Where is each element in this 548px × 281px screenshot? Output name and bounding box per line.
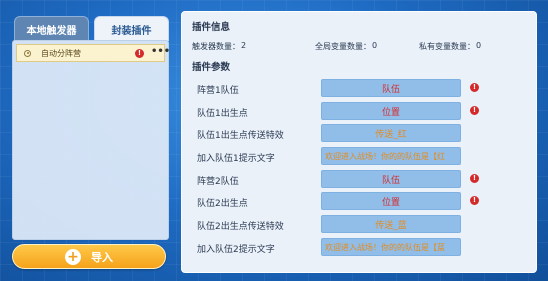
- global-vars-value: 0: [372, 41, 378, 50]
- tab-packaged-plugins[interactable]: 封装插件: [94, 16, 169, 41]
- trigger-count-value: 2: [241, 41, 247, 50]
- param-label: 队伍1出生点: [197, 109, 248, 119]
- private-vars-value: 0: [476, 41, 482, 50]
- param-value-field[interactable]: 传送_红: [321, 124, 461, 142]
- tab-local-triggers[interactable]: 本地触发器: [14, 16, 89, 41]
- warning-icon: !: [470, 196, 479, 205]
- plugin-detail-panel: 插件信息 触发器数量： 2 全局变量数量： 0 私有变量数量： 0 插件参数 阵…: [181, 11, 537, 273]
- trigger-count-label: 触发器数量：: [192, 42, 240, 51]
- param-value-field[interactable]: 欢迎进入战场！你的的队伍是【红: [321, 147, 461, 165]
- warning-icon: !: [470, 106, 479, 115]
- more-options-icon[interactable]: •••: [151, 46, 170, 57]
- param-value-field[interactable]: 位置: [321, 192, 461, 210]
- param-label: 加入队伍1提示文字: [197, 154, 275, 164]
- warning-icon: !: [470, 174, 479, 183]
- trigger-item-label: 自动分阵营: [41, 48, 81, 58]
- radio-icon[interactable]: [24, 49, 31, 57]
- param-label: 队伍1出生点传送特效: [197, 131, 284, 141]
- import-button-label: 导入: [91, 250, 113, 264]
- warning-icon: !: [135, 49, 144, 58]
- param-value-field[interactable]: 欢迎进入战场！你的的队伍是【蓝: [321, 238, 461, 256]
- private-vars-label: 私有变量数量：: [419, 42, 475, 51]
- param-label: 队伍2出生点传送特效: [197, 222, 284, 232]
- plugin-info-title: 插件信息: [192, 22, 231, 33]
- param-label: 队伍2出生点: [197, 199, 248, 209]
- param-value-field[interactable]: 位置: [321, 102, 461, 120]
- plugin-params-title: 插件参数: [192, 62, 231, 73]
- param-value-field[interactable]: 队伍: [321, 79, 461, 97]
- warning-icon: !: [470, 83, 479, 92]
- plus-icon: +: [65, 248, 81, 265]
- trigger-list-panel: 自动分阵营 ! •••: [12, 40, 170, 240]
- import-button[interactable]: + 导入: [12, 244, 166, 269]
- global-vars-label: 全局变量数量：: [315, 42, 371, 51]
- trigger-list-item[interactable]: 自动分阵营 ! •••: [16, 44, 170, 62]
- param-value-field[interactable]: 传送_蓝: [321, 215, 461, 233]
- param-label: 阵营1队伍: [197, 86, 239, 96]
- param-label: 阵营2队伍: [197, 177, 239, 187]
- param-label: 加入队伍2提示文字: [197, 245, 275, 255]
- param-value-field[interactable]: 队伍: [321, 170, 461, 188]
